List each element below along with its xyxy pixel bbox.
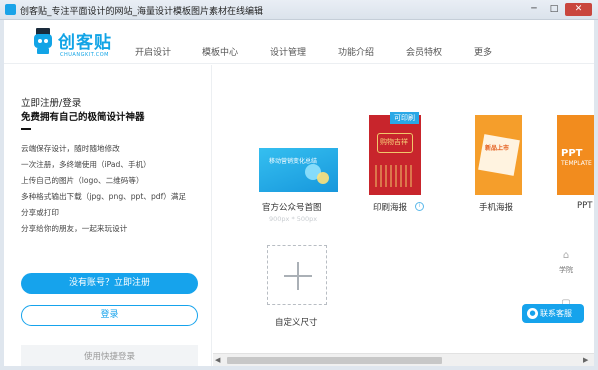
template-label-print-poster[interactable]: 印刷海报	[373, 201, 407, 213]
quick-login-button[interactable]: 使用快捷登录	[21, 345, 198, 366]
template-size-wechat-cover: 900px * 500px	[269, 215, 318, 223]
feature-item: 上传自己的图片（logo、二维码等）	[21, 176, 144, 185]
feature-item: 分享或打印	[21, 208, 59, 217]
template-thumb-ppt[interactable]: PPT TEMPLATE	[557, 115, 594, 195]
template-thumb-wechat-cover[interactable]: 移动营销变化总结	[259, 148, 338, 192]
logo-text[interactable]: 创客贴	[58, 28, 112, 53]
app-icon	[5, 4, 16, 15]
feature-item: 分享给你的朋友，一起来玩设计	[21, 224, 128, 233]
logo-mascot-icon[interactable]	[32, 26, 56, 56]
nav-more[interactable]: 更多	[474, 45, 492, 58]
chat-icon: ●	[527, 308, 538, 319]
printable-badge: 可印刷	[390, 112, 419, 124]
thumb-text: 新品上市	[485, 145, 510, 152]
custom-size-button[interactable]	[267, 245, 327, 305]
nav-design-manage[interactable]: 设计管理	[270, 45, 306, 58]
thumb-text: PPT	[561, 148, 583, 159]
promo-title: 立即注册/登录	[21, 98, 82, 109]
contact-support-button[interactable]: ● 联系客服	[522, 304, 584, 323]
thumb-decoration	[375, 165, 415, 187]
horizontal-scrollbar[interactable]: ◀ ▶	[213, 353, 594, 366]
window-title: 创客贴_专注平面设计的网站_海量设计模板图片素材在线编辑	[20, 7, 264, 17]
logo-subtext: CHUANGKIT.COM	[60, 52, 109, 58]
scroll-right-icon[interactable]: ▶	[583, 356, 588, 364]
feature-item: 云端保存设计，随时随地修改	[21, 144, 120, 153]
nav-membership[interactable]: 会员特权	[406, 45, 442, 58]
scrollbar-thumb[interactable]	[227, 357, 442, 364]
thumb-decoration	[317, 172, 329, 184]
window-titlebar: 创客贴_专注平面设计的网站_海量设计模板图片素材在线编辑 ─ □ ✕	[0, 0, 598, 20]
contact-label: 联系客服	[540, 309, 572, 318]
plus-icon	[297, 262, 299, 290]
template-label-wechat-cover[interactable]: 官方公众号首图	[262, 201, 322, 213]
login-panel: 立即注册/登录 免费拥有自己的极简设计神器 云端保存设计，随时随地修改 一次注册…	[4, 65, 212, 366]
maximize-button[interactable]: □	[546, 3, 562, 16]
template-thumb-mobile-poster[interactable]: 新品上市	[475, 115, 522, 195]
close-button[interactable]: ✕	[565, 3, 592, 16]
minimize-button[interactable]: ─	[526, 3, 542, 16]
home-icon: ⌂	[562, 250, 570, 261]
academy-button[interactable]: ⌂ 学院	[553, 251, 579, 275]
feature-item: 一次注册，多终端使用（iPad、手机）	[21, 160, 151, 169]
nav-features[interactable]: 功能介绍	[338, 45, 374, 58]
nav-start-design[interactable]: 开启设计	[135, 45, 171, 58]
template-thumb-print-poster[interactable]: 购物吉祥	[369, 115, 421, 195]
nav-template-center[interactable]: 模板中心	[202, 45, 238, 58]
browser-frame: 创客贴 CHUANGKIT.COM 开启设计 模板中心 设计管理 功能介绍 会员…	[4, 20, 594, 366]
academy-label: 学院	[559, 266, 573, 274]
template-label-mobile-poster[interactable]: 手机海报	[479, 201, 513, 213]
promo-divider	[21, 128, 31, 130]
template-label-ppt[interactable]: PPT	[577, 201, 592, 211]
site-header: 创客贴 CHUANGKIT.COM 开启设计 模板中心 设计管理 功能介绍 会员…	[4, 20, 594, 64]
thumb-text: 购物吉祥	[380, 138, 408, 146]
print-info-icon[interactable]: i	[415, 202, 424, 211]
feature-item: 多种格式输出下载（jpg、png、ppt、pdf）满足	[21, 192, 187, 201]
register-button[interactable]: 没有账号？立即注册	[21, 273, 198, 294]
scroll-left-icon[interactable]: ◀	[215, 356, 220, 364]
promo-subtitle: 免费拥有自己的极简设计神器	[21, 112, 145, 123]
thumb-decoration	[478, 134, 520, 176]
thumb-subtext: TEMPLATE	[561, 160, 592, 167]
custom-size-label[interactable]: 自定义尺寸	[275, 316, 318, 328]
login-button[interactable]: 登录	[21, 305, 198, 326]
